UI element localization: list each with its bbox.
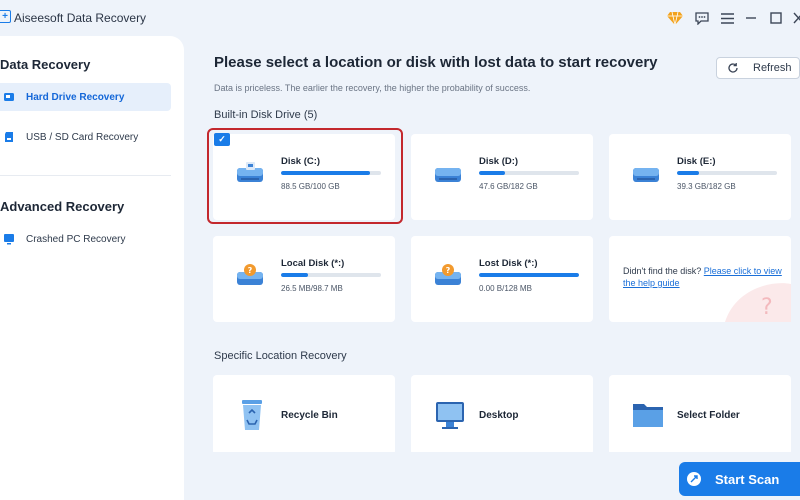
folder-icon bbox=[633, 404, 663, 427]
minimize-icon[interactable] bbox=[744, 8, 758, 28]
disk-card-lost[interactable]: ? Lost Disk (*:) 0.00 B/128 MB bbox=[411, 236, 593, 322]
unknown-drive-icon: ? bbox=[237, 264, 263, 285]
feedback-icon[interactable] bbox=[694, 8, 710, 28]
disk-size: 88.5 GB/100 GB bbox=[281, 182, 340, 191]
disk-usage-bar bbox=[479, 273, 579, 277]
disk-usage-bar bbox=[281, 273, 381, 277]
sidebar-item-label: Crashed PC Recovery bbox=[26, 233, 126, 245]
start-scan-button[interactable]: Start Scan bbox=[679, 462, 800, 496]
help-card: ? Didn't find the disk? Please click to … bbox=[609, 236, 791, 322]
refresh-label: Refresh bbox=[753, 62, 792, 74]
scan-icon bbox=[687, 472, 701, 486]
disk-card-local[interactable]: ? Local Disk (*:) 26.5 MB/98.7 MB bbox=[213, 236, 395, 322]
disk-name: Local Disk (*:) bbox=[281, 258, 345, 269]
disk-name: Disk (D:) bbox=[479, 156, 519, 167]
disk-card-e[interactable]: Disk (E:) 39.3 GB/182 GB bbox=[609, 134, 791, 220]
close-icon[interactable] bbox=[792, 8, 800, 28]
sidebar-item-usb-sd-card-recovery[interactable]: USB / SD Card Recovery bbox=[0, 123, 171, 151]
drive-icon bbox=[435, 168, 461, 182]
disk-usage-fill bbox=[479, 273, 579, 277]
recycle-bin-icon bbox=[242, 400, 262, 430]
location-name: Recycle Bin bbox=[281, 410, 338, 421]
disk-usage-fill bbox=[479, 171, 505, 175]
refresh-icon bbox=[728, 63, 738, 73]
location-name: Select Folder bbox=[677, 410, 740, 421]
menu-icon[interactable] bbox=[719, 8, 735, 28]
sidebar-item-hard-drive-recovery[interactable]: Hard Drive Recovery bbox=[0, 83, 171, 111]
desktop-icon bbox=[436, 402, 464, 429]
sidebar-item-label: Hard Drive Recovery bbox=[26, 91, 125, 103]
sd-card-icon bbox=[3, 131, 15, 143]
disk-card-d[interactable]: Disk (D:) 47.6 GB/182 GB bbox=[411, 134, 593, 220]
app-title: Aiseesoft Data Recovery bbox=[14, 11, 147, 25]
location-card-recycle-bin[interactable]: Recycle Bin bbox=[213, 375, 395, 455]
disk-usage-bar bbox=[677, 171, 777, 175]
advanced-recovery-heading: Advanced Recovery bbox=[0, 199, 125, 214]
sidebar-divider bbox=[0, 175, 171, 176]
disk-size: 0.00 B/128 MB bbox=[479, 284, 532, 293]
diamond-icon[interactable] bbox=[666, 8, 684, 28]
builtin-disk-label: Built-in Disk Drive (5) bbox=[214, 109, 318, 121]
disk-usage-bar bbox=[479, 171, 579, 175]
disk-usage-bar bbox=[281, 171, 381, 175]
drive-icon bbox=[237, 162, 263, 182]
disk-name: Lost Disk (*:) bbox=[479, 258, 538, 269]
disk-name: Disk (C:) bbox=[281, 156, 321, 167]
svg-text:?: ? bbox=[446, 266, 451, 275]
disk-size: 39.3 GB/182 GB bbox=[677, 182, 736, 191]
hard-drive-icon bbox=[3, 91, 15, 103]
title-bar: + Aiseesoft Data Recovery bbox=[0, 0, 800, 36]
maximize-icon[interactable] bbox=[769, 8, 783, 28]
start-scan-label: Start Scan bbox=[715, 471, 780, 487]
checkmark-icon: ✓ bbox=[214, 133, 230, 146]
location-card-select-folder[interactable]: Select Folder bbox=[609, 375, 791, 455]
crashed-pc-icon bbox=[3, 233, 15, 245]
sidebar-item-crashed-pc-recovery[interactable]: Crashed PC Recovery bbox=[0, 225, 171, 253]
unknown-drive-icon: ? bbox=[435, 264, 461, 285]
sidebar: Data Recovery Hard Drive Recovery USB / … bbox=[0, 36, 184, 500]
disk-name: Disk (E:) bbox=[677, 156, 716, 167]
disk-usage-fill bbox=[281, 273, 308, 277]
location-card-desktop[interactable]: Desktop bbox=[411, 375, 593, 455]
disk-usage-fill bbox=[677, 171, 699, 175]
data-recovery-heading: Data Recovery bbox=[0, 57, 91, 72]
page-subtitle: Data is priceless. The earlier the recov… bbox=[214, 83, 531, 93]
disk-usage-fill bbox=[281, 171, 370, 175]
drive-icon bbox=[633, 168, 659, 182]
app-logo-icon: + bbox=[0, 10, 11, 23]
disk-card-c[interactable]: Disk (C:) 88.5 GB/100 GB bbox=[213, 134, 395, 220]
page-title: Please select a location or disk with lo… bbox=[214, 54, 658, 71]
help-text: Didn't find the disk? Please click to vi… bbox=[623, 265, 783, 289]
disk-size: 26.5 MB/98.7 MB bbox=[281, 284, 343, 293]
location-name: Desktop bbox=[479, 410, 519, 421]
disk-size: 47.6 GB/182 GB bbox=[479, 182, 538, 191]
specific-location-label: Specific Location Recovery bbox=[214, 350, 347, 362]
svg-text:?: ? bbox=[761, 295, 773, 320]
svg-text:?: ? bbox=[248, 266, 253, 275]
refresh-button[interactable]: Refresh bbox=[716, 57, 800, 79]
help-prompt: Didn't find the disk? bbox=[623, 266, 702, 276]
sidebar-item-label: USB / SD Card Recovery bbox=[26, 131, 139, 143]
app-logo-glyph: + bbox=[2, 10, 8, 22]
